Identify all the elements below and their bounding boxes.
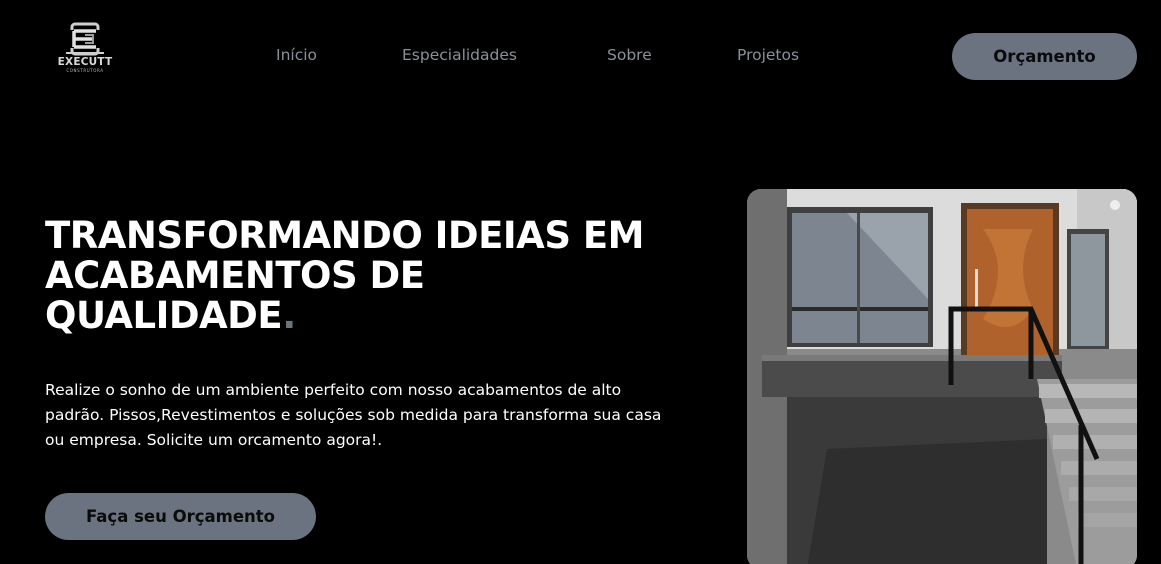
nav-link-inicio[interactable]: Início <box>276 46 317 64</box>
hero-description: Realize o sonho de um ambiente perfeito … <box>45 381 662 449</box>
nav-link-sobre[interactable]: Sobre <box>607 46 652 64</box>
ec-monogram-icon <box>66 22 104 56</box>
hero-title-line2: ACABAMENTOS DE <box>45 254 425 297</box>
brand-logo[interactable]: EXECUTT CONSTRUTORA <box>52 22 118 74</box>
brand-tagline: CONSTRUTORA <box>66 68 104 73</box>
nav-link-especialidades[interactable]: Especialidades <box>402 46 517 64</box>
hero-title-dot: . <box>282 294 296 337</box>
request-quote-button[interactable]: Faça seu Orçamento <box>45 493 316 540</box>
hero-title: TRANSFORMANDO IDEIAS EM ACABAMENTOS DE Q… <box>45 216 695 336</box>
hero-title-line3: QUALIDADE <box>45 294 283 337</box>
quote-button[interactable]: Orçamento <box>952 33 1137 80</box>
hero-image <box>747 189 1137 564</box>
nav-link-projetos[interactable]: Projetos <box>737 46 799 64</box>
house-entrance-with-stairs-photo <box>747 189 1137 564</box>
brand-name: EXECUTT <box>57 56 113 68</box>
hero-title-line1: TRANSFORMANDO IDEIAS EM <box>45 214 644 257</box>
